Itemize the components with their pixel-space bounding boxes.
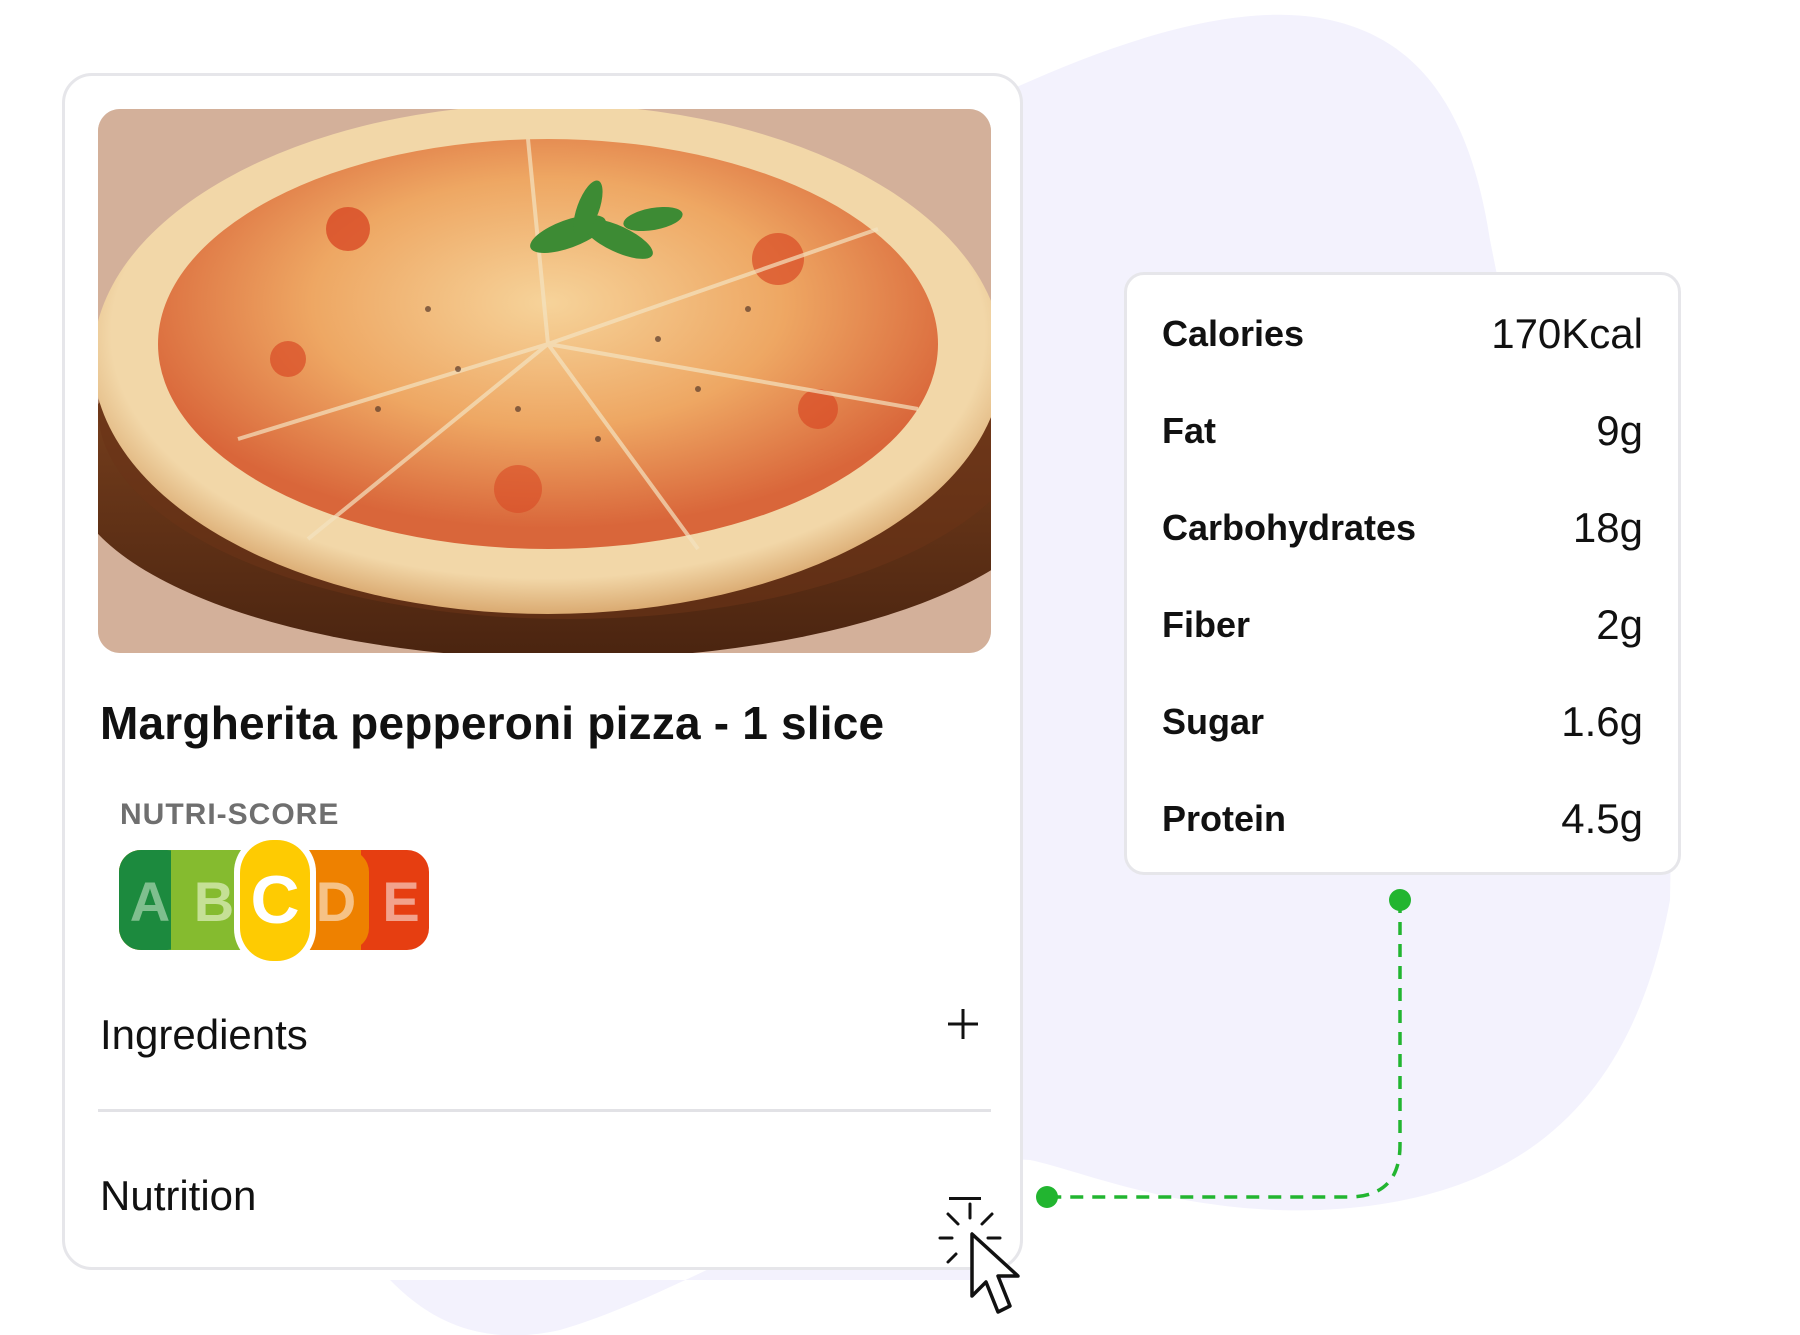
nutrient-name: Fiber [1162, 604, 1251, 645]
product-title: Margherita pepperoni pizza - 1 slice [100, 697, 885, 749]
nutrient-value: 2g [1596, 601, 1643, 648]
nutrition-row-calories: Calories 170Kcal [1162, 309, 1643, 359]
nutri-score-grade-b: B [194, 870, 234, 933]
nutrition-row-sugar: Sugar 1.6g [1162, 697, 1643, 747]
nutri-score-grade-a: A [130, 870, 170, 933]
nutri-score-grade-d: D [316, 870, 356, 933]
nutri-score-grade-c: C [250, 862, 299, 938]
nutrient-name: Calories [1162, 313, 1305, 354]
dashed-connector [1036, 889, 1411, 1208]
nutri-score-label: NUTRI-SCORE [120, 798, 340, 831]
nutrient-value: 9g [1596, 407, 1643, 454]
nutrient-value: 18g [1572, 504, 1643, 551]
nutrition-row-carbohydrates: Carbohydrates 18g [1162, 503, 1643, 553]
pizza-photo [98, 109, 991, 653]
nutri-score-grade-e: E [382, 870, 419, 933]
product-card: Margherita pepperoni pizza - 1 slice NUT… [62, 73, 1023, 1270]
nutrient-name: Carbohydrates [1162, 507, 1417, 548]
nutrition-row-fiber: Fiber 2g [1162, 600, 1643, 650]
ingredients-toggle[interactable]: Ingredients [100, 1011, 308, 1059]
nutrient-value: 4.5g [1561, 795, 1643, 842]
pointer-cursor-icon [938, 1202, 1020, 1314]
nutrient-value: 170Kcal [1491, 310, 1643, 357]
nutrition-facts-panel: Calories 170Kcal Fat 9g Carbohydrates 18… [1124, 272, 1681, 875]
nutrient-name: Fat [1162, 410, 1216, 451]
nutrient-name: Protein [1162, 798, 1287, 839]
nutrition-row-protein: Protein 4.5g [1162, 794, 1643, 844]
nutri-score-badge: A B D E C [119, 834, 429, 967]
plus-icon[interactable] [945, 1006, 981, 1042]
nutrient-name: Sugar [1162, 701, 1265, 742]
section-divider [98, 1109, 991, 1112]
nutrient-value: 1.6g [1561, 698, 1643, 745]
nutrition-row-fat: Fat 9g [1162, 406, 1643, 456]
nutrition-toggle[interactable]: Nutrition [100, 1172, 256, 1220]
